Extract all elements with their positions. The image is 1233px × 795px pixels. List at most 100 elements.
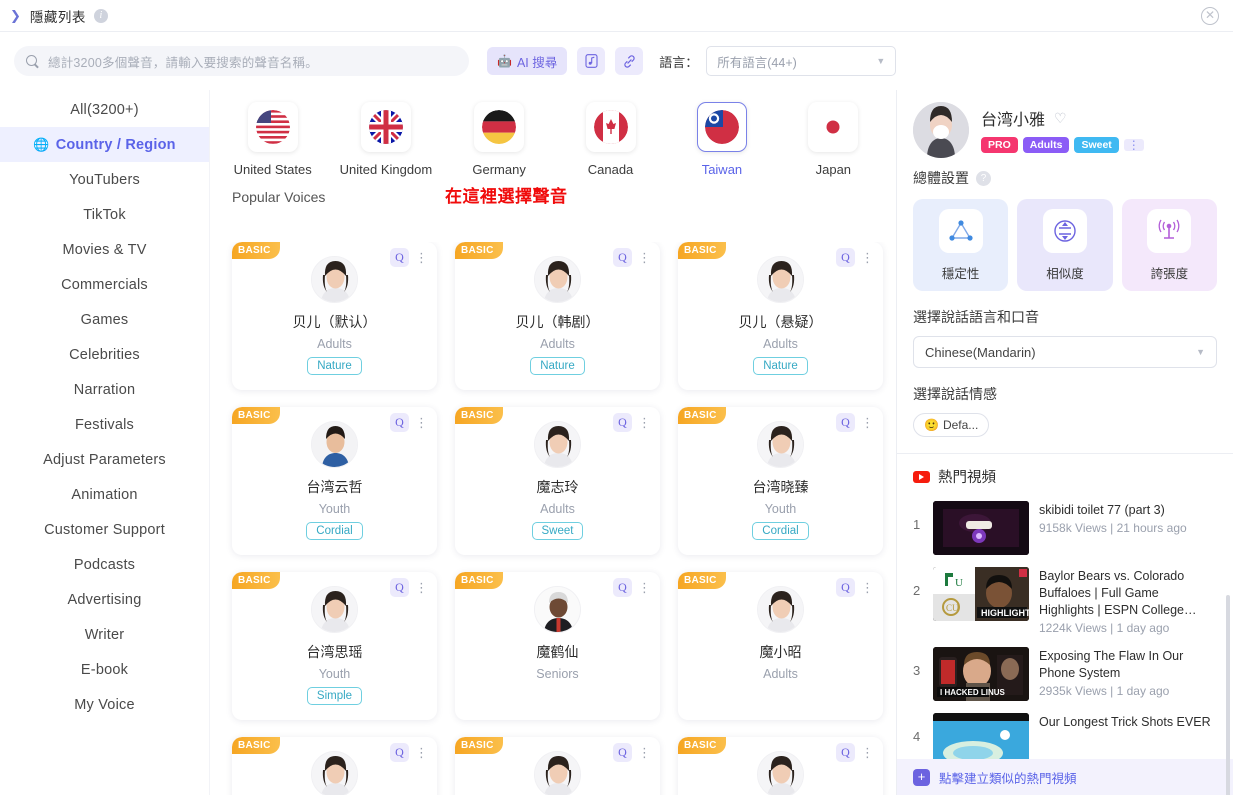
video-thumbnail[interactable]: U CU HIGHLIGHTS (933, 567, 1029, 621)
country-item-jp[interactable]: Japan (793, 102, 874, 177)
voice-card[interactable]: BASIC Q ⋮ 贝儿（韩剧） Adults Nature (455, 242, 660, 390)
language-select[interactable]: Chinese(Mandarin) ▼ (913, 336, 1217, 368)
voice-card[interactable]: BASIC Q ⋮ 魔小昭 Adults (678, 572, 883, 720)
chevron-down-icon: ▼ (1196, 347, 1205, 357)
ai-search-button[interactable]: 🤖 AI 搜尋 (487, 47, 568, 75)
sidebar-item-customer-support[interactable]: Customer Support (0, 512, 209, 547)
more-vertical-icon[interactable]: ⋮ (858, 251, 877, 264)
voice-card[interactable]: BASIC Q ⋮ 台湾晓臻 Youth Cordial (678, 407, 883, 555)
sidebar-item-podcasts[interactable]: Podcasts (0, 547, 209, 582)
voice-search-icon[interactable]: Q (613, 578, 632, 597)
emotion-chip[interactable]: 🙂 Defa... (913, 413, 990, 437)
sidebar-item-commercials[interactable]: Commercials (0, 267, 209, 302)
country-label: Canada (587, 162, 634, 177)
video-list-item[interactable]: 2 U CU HIGHLIGHTS Baylor Bears vs. Colorado … (913, 561, 1217, 641)
sidebar-item-narration[interactable]: Narration (0, 372, 209, 407)
voice-card[interactable]: BASIC Q ⋮ (678, 737, 883, 795)
info-icon[interactable]: i (93, 8, 108, 23)
more-vertical-icon[interactable]: ⋮ (858, 581, 877, 594)
country-item-uk[interactable]: United Kingdom (340, 102, 432, 177)
more-vertical-icon[interactable]: ⋮ (412, 416, 431, 429)
voice-search-icon[interactable]: Q (836, 413, 855, 432)
sidebar-item-tiktok[interactable]: TikTok (0, 197, 209, 232)
sidebar-item-youtubers[interactable]: YouTubers (0, 162, 209, 197)
more-vertical-icon[interactable]: ⋮ (635, 746, 654, 759)
more-vertical-icon[interactable]: ⋮ (412, 581, 431, 594)
overall-settings-label: 總體設置 (913, 170, 969, 186)
voice-card[interactable]: BASIC Q ⋮ (455, 737, 660, 795)
voice-search-icon[interactable]: Q (390, 578, 409, 597)
voice-search-icon[interactable]: Q (836, 578, 855, 597)
country-flag-row: United States United Kingdom Germany Canada… (210, 90, 896, 177)
voice-avatar (534, 751, 581, 795)
sidebar-item-adjust-parameters[interactable]: Adjust Parameters (0, 442, 209, 477)
voice-search-icon[interactable]: Q (613, 248, 632, 267)
more-vertical-icon[interactable]: ⋮ (1123, 139, 1144, 151)
voice-card[interactable]: BASIC Q ⋮ (232, 737, 437, 795)
more-vertical-icon[interactable]: ⋮ (412, 746, 431, 759)
link-button[interactable] (615, 47, 644, 75)
voice-search-icon[interactable]: Q (836, 743, 855, 762)
voice-search-icon[interactable]: Q (613, 743, 632, 762)
setting-card-exaggeration[interactable]: 誇張度 (1121, 199, 1217, 291)
country-item-tw[interactable]: Taiwan (681, 102, 762, 177)
country-item-ca[interactable]: Canada (570, 102, 651, 177)
voice-search-icon[interactable]: Q (390, 413, 409, 432)
panel-badge-adults: Adults (1022, 137, 1070, 153)
country-item-us[interactable]: United States (232, 102, 313, 177)
chevron-right-icon[interactable]: ❯ (10, 9, 21, 22)
voice-search-icon[interactable]: Q (390, 743, 409, 762)
voice-card[interactable]: BASIC Q ⋮ 魔鹤仙 Seniors (455, 572, 660, 720)
voice-card[interactable]: BASIC Q ⋮ 台湾云哲 Youth Cordial (232, 407, 437, 555)
question-icon[interactable]: ? (976, 170, 991, 186)
sidebar-item-celebrities[interactable]: Celebrities (0, 337, 209, 372)
voice-card[interactable]: BASIC Q ⋮ 魔志玲 Adults Sweet (455, 407, 660, 555)
sidebar-item-my-voice[interactable]: My Voice (0, 687, 209, 722)
heart-icon[interactable]: ♡ (1054, 110, 1067, 127)
audio-upload-button[interactable] (577, 47, 606, 75)
sidebar-item-movies-tv[interactable]: Movies & TV (0, 232, 209, 267)
more-vertical-icon[interactable]: ⋮ (858, 416, 877, 429)
create-similar-video-button[interactable]: + 點擊建立類似的熱門視頻 (897, 759, 1233, 795)
emotion-chip-label: Defa... (942, 418, 979, 432)
video-list[interactable]: 1 skibidi toilet 77 (part 3) 9158k Views |… (897, 491, 1233, 795)
video-thumbnail[interactable] (933, 501, 1029, 555)
basic-badge: BASIC (232, 407, 280, 424)
video-list-item[interactable]: 1 skibidi toilet 77 (part 3) 9158k Views |… (913, 495, 1217, 561)
voice-card[interactable]: BASIC Q ⋮ 贝儿（默认） Adults Nature (232, 242, 437, 390)
sidebar-item-animation[interactable]: Animation (0, 477, 209, 512)
voice-card[interactable]: BASIC Q ⋮ 贝儿（悬疑） Adults Nature (678, 242, 883, 390)
setting-card-similarity[interactable]: 相似度 (1017, 199, 1113, 291)
panel-scrollbar[interactable] (1226, 595, 1230, 795)
basic-badge: BASIC (455, 407, 503, 424)
sidebar-item-all-3200[interactable]: All(3200+) (0, 92, 209, 127)
sidebar-item-label: Advertising (67, 591, 142, 608)
sidebar-item-festivals[interactable]: Festivals (0, 407, 209, 442)
video-list-item[interactable]: 3 I HACKED LINUS Exposing The Flaw In Our … (913, 641, 1217, 707)
voice-cards-scroll[interactable]: BASIC Q ⋮ 贝儿（默认） Adults Nature BASIC Q ⋮ 贝儿（韩剧） Ad… (210, 242, 896, 795)
sidebar-item-label: Customer Support (44, 521, 165, 538)
voice-search-icon[interactable]: Q (836, 248, 855, 267)
search-input[interactable]: 總計3200多個聲音，請輸入要搜索的聲音名稱。 (14, 46, 469, 76)
sidebar-item-games[interactable]: Games (0, 302, 209, 337)
voice-search-icon[interactable]: Q (613, 413, 632, 432)
sidebar-item-advertising[interactable]: Advertising (0, 582, 209, 617)
more-vertical-icon[interactable]: ⋮ (412, 251, 431, 264)
close-icon[interactable]: ✕ (1201, 7, 1219, 25)
more-vertical-icon[interactable]: ⋮ (635, 416, 654, 429)
setting-card-stability[interactable]: 穩定性 (913, 199, 1009, 291)
sidebar-item-writer[interactable]: Writer (0, 617, 209, 652)
voice-search-icon[interactable]: Q (390, 248, 409, 267)
voice-card[interactable]: BASIC Q ⋮ 台湾思瑶 Youth Simple (232, 572, 437, 720)
country-item-de[interactable]: Germany (458, 102, 539, 177)
sidebar-item-label: Writer (84, 626, 125, 643)
video-thumbnail[interactable]: I HACKED LINUS (933, 647, 1029, 701)
hide-list-label[interactable]: 隱藏列表 (30, 6, 86, 26)
more-vertical-icon[interactable]: ⋮ (858, 746, 877, 759)
more-vertical-icon[interactable]: ⋮ (635, 581, 654, 594)
more-vertical-icon[interactable]: ⋮ (635, 251, 654, 264)
sidebar-item-e-book[interactable]: E-book (0, 652, 209, 687)
sidebar-item-country-region[interactable]: 🌐 Country / Region (0, 127, 209, 162)
voice-tag: Cordial (752, 522, 809, 540)
language-filter-select[interactable]: 所有語言(44+) ▼ (706, 46, 897, 76)
